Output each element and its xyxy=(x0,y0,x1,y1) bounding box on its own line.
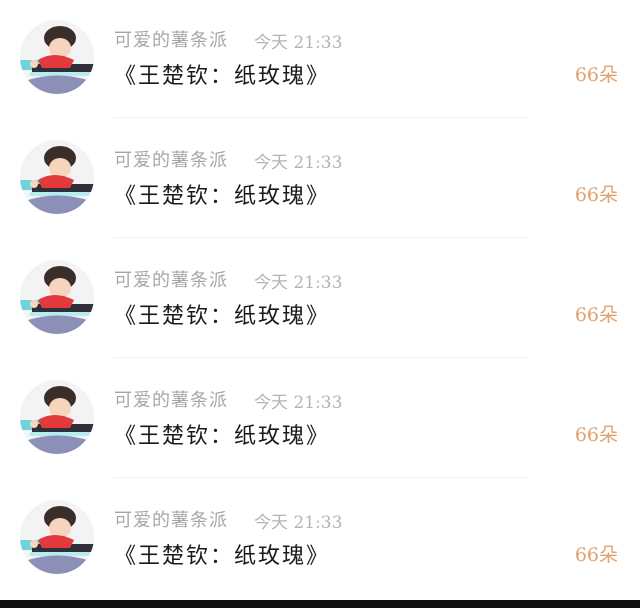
timestamp: 今天 21:33 xyxy=(254,513,343,533)
username[interactable]: 可爱的薯条派 xyxy=(114,506,228,532)
gift-count: 66朵 xyxy=(574,544,618,566)
gift-message: 《王楚钦：纸玫瑰》 xyxy=(114,424,331,449)
gift-message: 《王楚钦：纸玫瑰》 xyxy=(114,304,331,329)
row-divider xyxy=(114,477,528,478)
avatar[interactable] xyxy=(20,20,94,94)
username[interactable]: 可爱的薯条派 xyxy=(114,146,228,172)
username[interactable]: 可爱的薯条派 xyxy=(114,26,228,52)
avatar[interactable] xyxy=(20,260,94,334)
avatar[interactable] xyxy=(20,380,94,454)
list-item[interactable]: 可爱的薯条派 今天 21:33 《王楚钦：纸玫瑰》 66朵 xyxy=(0,240,640,360)
cartoon-boy-avatar-icon xyxy=(20,500,94,574)
gift-count: 66朵 xyxy=(574,64,618,86)
gift-count: 66朵 xyxy=(574,424,618,446)
gift-message: 《王楚钦：纸玫瑰》 xyxy=(114,184,331,209)
cartoon-boy-avatar-icon xyxy=(20,20,94,94)
username[interactable]: 可爱的薯条派 xyxy=(114,266,228,292)
list-item[interactable]: 可爱的薯条派 今天 21:33 《王楚钦：纸玫瑰》 66朵 xyxy=(0,480,640,600)
gift-list: 可爱的薯条派 今天 21:33 《王楚钦：纸玫瑰》 66朵 可爱的薯条派 今天 … xyxy=(0,0,640,600)
timestamp: 今天 21:33 xyxy=(254,273,343,293)
avatar[interactable] xyxy=(20,500,94,574)
list-item[interactable]: 可爱的薯条派 今天 21:33 《王楚钦：纸玫瑰》 66朵 xyxy=(0,120,640,240)
row-divider xyxy=(114,117,528,118)
bottom-edge-bar xyxy=(0,600,640,608)
timestamp: 今天 21:33 xyxy=(254,33,343,53)
cartoon-boy-avatar-icon xyxy=(20,260,94,334)
gift-message: 《王楚钦：纸玫瑰》 xyxy=(114,64,331,89)
avatar[interactable] xyxy=(20,140,94,214)
timestamp: 今天 21:33 xyxy=(254,393,343,413)
cartoon-boy-avatar-icon xyxy=(20,380,94,454)
list-item[interactable]: 可爱的薯条派 今天 21:33 《王楚钦：纸玫瑰》 66朵 xyxy=(0,0,640,120)
gift-count: 66朵 xyxy=(574,304,618,326)
cartoon-boy-avatar-icon xyxy=(20,140,94,214)
row-divider xyxy=(114,237,528,238)
list-item[interactable]: 可爱的薯条派 今天 21:33 《王楚钦：纸玫瑰》 66朵 xyxy=(0,360,640,480)
gift-message: 《王楚钦：纸玫瑰》 xyxy=(114,544,331,569)
timestamp: 今天 21:33 xyxy=(254,153,343,173)
gift-count: 66朵 xyxy=(574,184,618,206)
username[interactable]: 可爱的薯条派 xyxy=(114,386,228,412)
row-divider xyxy=(114,357,528,358)
